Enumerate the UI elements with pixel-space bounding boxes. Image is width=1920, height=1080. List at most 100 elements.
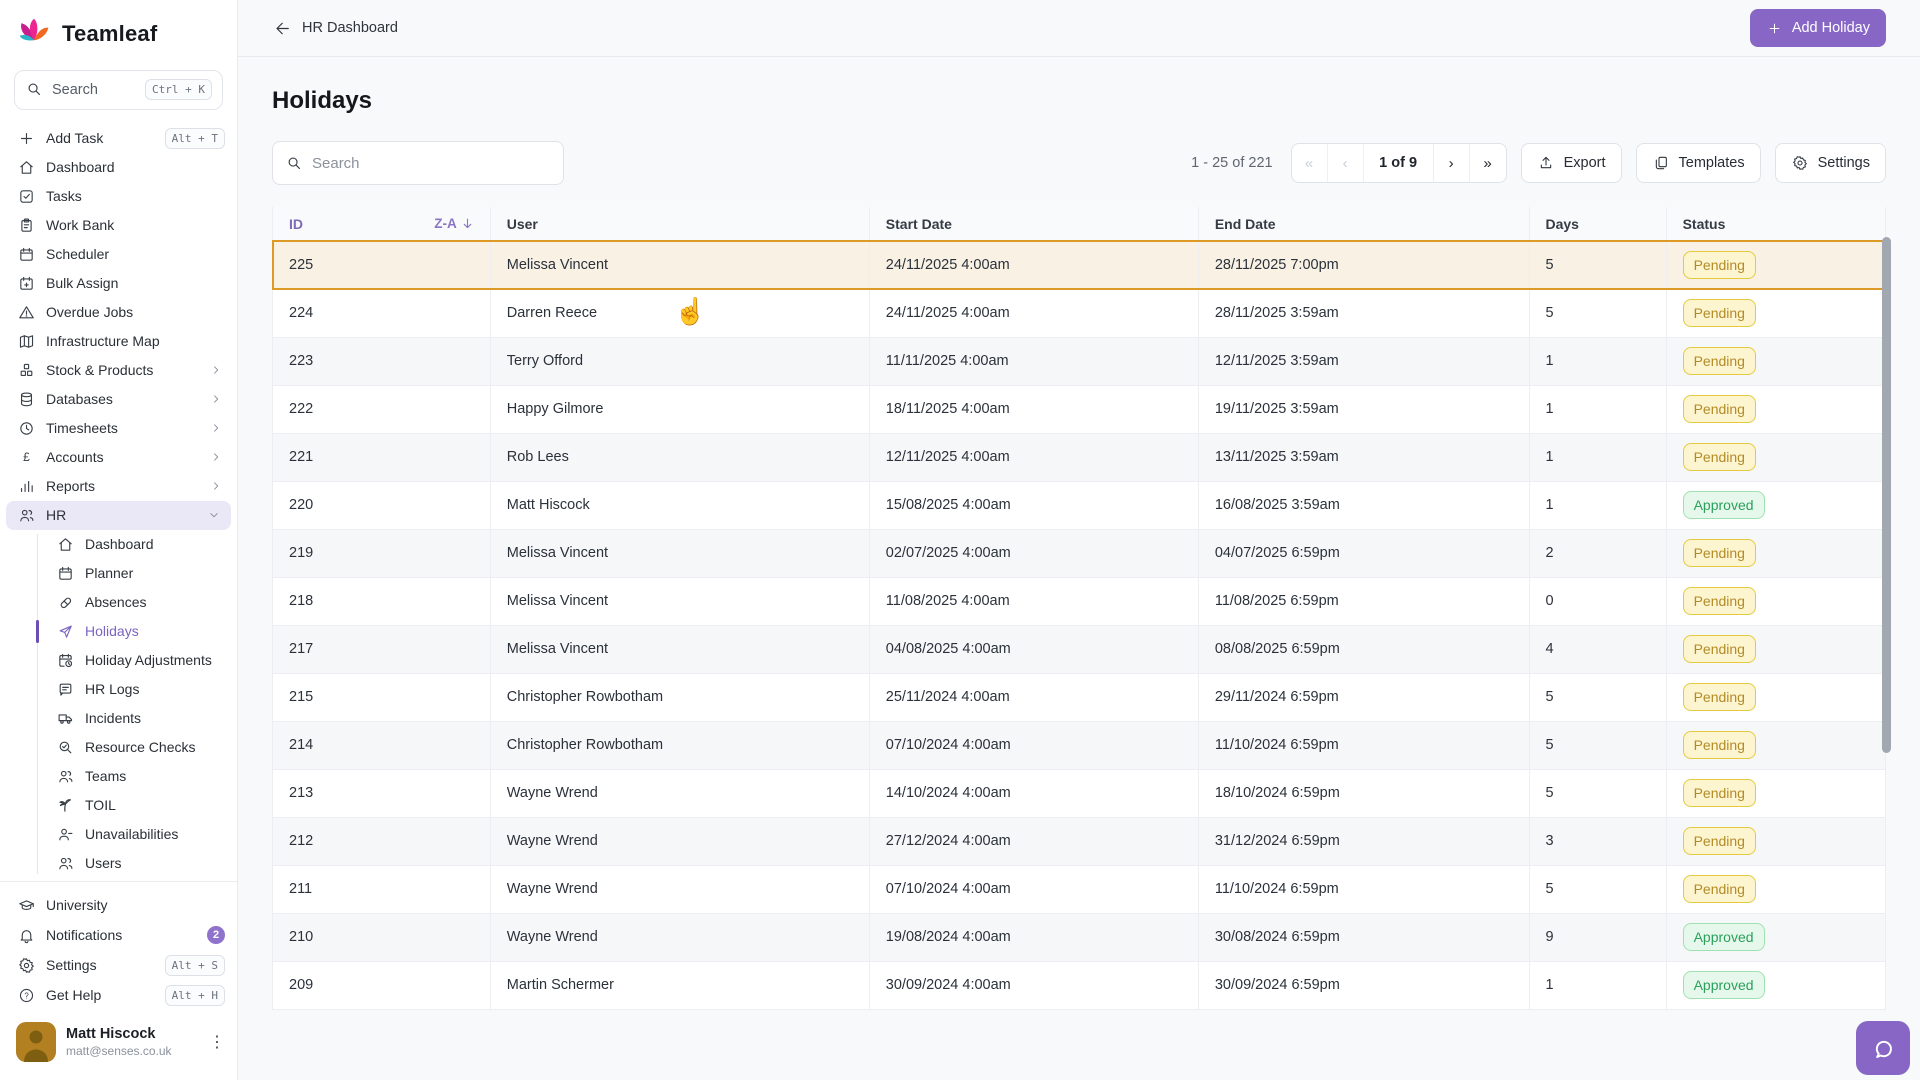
column-header-start-date[interactable]: Start Date [869, 207, 1198, 241]
column-header-status[interactable]: Status [1666, 207, 1885, 241]
sidebar-item-databases[interactable]: Databases [0, 385, 237, 414]
search-input[interactable] [312, 155, 551, 172]
table-scrollbar[interactable] [1882, 237, 1891, 753]
column-header-user[interactable]: User [490, 207, 869, 241]
table-row[interactable]: 218 Melissa Vincent 11/08/2025 4:00am 11… [273, 577, 1886, 625]
column-header-end-date[interactable]: End Date [1198, 207, 1529, 241]
topbar: HR Dashboard Add Holiday [238, 0, 1920, 57]
table-row[interactable]: 224 Darren Reece 24/11/2025 4:00am 28/11… [273, 289, 1886, 337]
sidebar-subitem-absences[interactable]: Absences [0, 588, 237, 617]
sidebar-item-work-bank[interactable]: Work Bank [0, 211, 237, 240]
cell-days: 2 [1529, 529, 1666, 577]
cell-id: 213 [273, 769, 491, 817]
table-row[interactable]: 219 Melissa Vincent 02/07/2025 4:00am 04… [273, 529, 1886, 577]
table-row[interactable]: 221 Rob Lees 12/11/2025 4:00am 13/11/202… [273, 433, 1886, 481]
table-row[interactable]: 214 Christopher Rowbotham 07/10/2024 4:0… [273, 721, 1886, 769]
cell-end-date: 30/08/2024 6:59pm [1198, 913, 1529, 961]
cell-start-date: 15/08/2025 4:00am [869, 481, 1198, 529]
shortcut-hint: Alt + S [165, 955, 225, 976]
back-button[interactable]: HR Dashboard [274, 19, 398, 37]
clock-icon [17, 419, 35, 437]
sidebar-item-reports[interactable]: Reports [0, 472, 237, 501]
cell-start-date: 30/09/2024 4:00am [869, 961, 1198, 1009]
sidebar-item-overdue-jobs[interactable]: Overdue Jobs [0, 298, 237, 327]
profile-menu-icon[interactable]: ⋮ [209, 1040, 223, 1045]
column-header-days[interactable]: Days [1529, 207, 1666, 241]
table-row[interactable]: 222 Happy Gilmore 18/11/2025 4:00am 19/1… [273, 385, 1886, 433]
sidebar-subitem-users[interactable]: Users [0, 849, 237, 875]
chevron-right-icon [207, 477, 225, 495]
sidebar-item-get-help[interactable]: ? Get Help Alt + H [0, 980, 237, 1010]
sidebar-item-university[interactable]: University [0, 890, 237, 920]
sidebar-subitem-teams[interactable]: Teams [0, 762, 237, 791]
sidebar-search[interactable]: Search Ctrl + K [14, 70, 223, 110]
last-page-button[interactable]: » [1470, 144, 1506, 182]
sidebar-item-scheduler[interactable]: Scheduler [0, 240, 237, 269]
bell-icon [17, 926, 35, 944]
cell-user: Melissa Vincent [490, 577, 869, 625]
cell-user: Matt Hiscock [490, 481, 869, 529]
cell-end-date: 19/11/2025 3:59am [1198, 385, 1529, 433]
sidebar-item-settings[interactable]: Settings Alt + S [0, 950, 237, 980]
sidebar-item-bulk-assign[interactable]: Bulk Assign [0, 269, 237, 298]
status-badge: Pending [1683, 299, 1756, 327]
status-badge: Pending [1683, 779, 1756, 807]
cell-end-date: 11/10/2024 6:59pm [1198, 865, 1529, 913]
table-row[interactable]: 215 Christopher Rowbotham 25/11/2024 4:0… [273, 673, 1886, 721]
sidebar-subitem-holiday-adjustments[interactable]: Holiday Adjustments [0, 646, 237, 675]
table-row[interactable]: 225 Melissa Vincent 24/11/2025 4:00am 28… [273, 241, 1886, 289]
table-row[interactable]: 217 Melissa Vincent 04/08/2025 4:00am 08… [273, 625, 1886, 673]
sidebar-item-tasks[interactable]: Tasks [0, 182, 237, 211]
add-holiday-label: Add Holiday [1792, 20, 1870, 36]
status-badge: Pending [1683, 683, 1756, 711]
next-page-button[interactable]: › [1434, 144, 1470, 182]
table-row[interactable]: 220 Matt Hiscock 15/08/2025 4:00am 16/08… [273, 481, 1886, 529]
table-row[interactable]: 213 Wayne Wrend 14/10/2024 4:00am 18/10/… [273, 769, 1886, 817]
user-info: Matt Hiscock matt@senses.co.uk [66, 1025, 199, 1058]
column-header-id[interactable]: ID Z-A [273, 207, 491, 241]
chat-button[interactable] [1856, 1021, 1910, 1075]
prev-page-button[interactable]: ‹ [1328, 144, 1364, 182]
table-row[interactable]: 210 Wayne Wrend 19/08/2024 4:00am 30/08/… [273, 913, 1886, 961]
cell-id: 214 [273, 721, 491, 769]
avatar [16, 1022, 56, 1062]
sidebar-item-dashboard[interactable]: Dashboard [0, 153, 237, 182]
user-email: matt@senses.co.uk [66, 1044, 199, 1059]
table-settings-button[interactable]: Settings [1775, 143, 1886, 183]
sidebar-item-timesheets[interactable]: Timesheets [0, 414, 237, 443]
sidebar-item-add-task[interactable]: Add Task Alt + T [0, 124, 237, 153]
pager: « ‹ 1 of 9 › » [1291, 143, 1507, 183]
sidebar-subitem-holidays[interactable]: Holidays [0, 617, 237, 646]
sidebar-subitem-hr-logs[interactable]: HR Logs [0, 675, 237, 704]
table-row[interactable]: 211 Wayne Wrend 07/10/2024 4:00am 11/10/… [273, 865, 1886, 913]
sidebar-subitem-toil[interactable]: TOIL [0, 791, 237, 820]
cell-days: 5 [1529, 769, 1666, 817]
sidebar-item-infrastructure-map[interactable]: Infrastructure Map [0, 327, 237, 356]
table-row[interactable]: 223 Terry Offord 11/11/2025 4:00am 12/11… [273, 337, 1886, 385]
cell-days: 1 [1529, 961, 1666, 1009]
cell-days: 5 [1529, 673, 1666, 721]
sidebar-subitem-resource-checks[interactable]: Resource Checks [0, 733, 237, 762]
cell-id: 211 [273, 865, 491, 913]
user-profile[interactable]: Matt Hiscock matt@senses.co.uk ⋮ [0, 1010, 237, 1080]
sidebar-item-label: Scheduler [46, 246, 225, 262]
sidebar-item-hr[interactable]: HR [6, 501, 231, 530]
cell-start-date: 25/11/2024 4:00am [869, 673, 1198, 721]
table-row[interactable]: 212 Wayne Wrend 27/12/2024 4:00am 31/12/… [273, 817, 1886, 865]
table-row[interactable]: 209 Martin Schermer 30/09/2024 4:00am 30… [273, 961, 1886, 1009]
sidebar-item-stock-products[interactable]: Stock & Products [0, 356, 237, 385]
sidebar-subitem-incidents[interactable]: Incidents [0, 704, 237, 733]
status-badge: Pending [1683, 347, 1756, 375]
add-holiday-button[interactable]: Add Holiday [1750, 9, 1886, 47]
sidebar-subitem-unavailabilities[interactable]: Unavailabilities [0, 820, 237, 849]
sidebar-item-accounts[interactable]: £ Accounts [0, 443, 237, 472]
templates-button[interactable]: Templates [1636, 143, 1761, 183]
export-button[interactable]: Export [1521, 143, 1622, 183]
sidebar-subitem-dashboard[interactable]: Dashboard [0, 530, 237, 559]
sidebar-item-notifications[interactable]: Notifications 2 [0, 920, 237, 950]
status-badge: Pending [1683, 251, 1756, 279]
sidebar-subitem-planner[interactable]: Planner [0, 559, 237, 588]
cell-id: 217 [273, 625, 491, 673]
table-search[interactable] [272, 141, 564, 185]
first-page-button[interactable]: « [1292, 144, 1328, 182]
